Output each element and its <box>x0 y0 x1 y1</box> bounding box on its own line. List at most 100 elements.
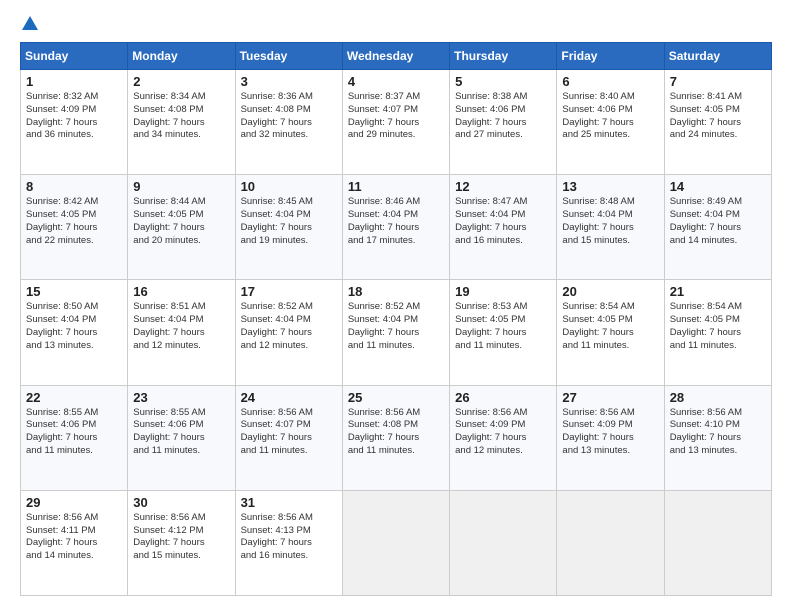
day-info: Sunrise: 8:56 AM Sunset: 4:13 PM Dayligh… <box>241 512 337 563</box>
day-number: 23 <box>133 390 229 405</box>
calendar-cell: 9 Sunrise: 8:44 AM Sunset: 4:05 PM Daylig… <box>128 175 235 280</box>
day-number: 17 <box>241 284 337 299</box>
day-info: Sunrise: 8:56 AM Sunset: 4:08 PM Dayligh… <box>348 407 444 458</box>
day-number: 19 <box>455 284 551 299</box>
calendar-cell <box>450 490 557 595</box>
calendar-cell: 2 Sunrise: 8:34 AM Sunset: 4:08 PM Daylig… <box>128 70 235 175</box>
day-number: 22 <box>26 390 122 405</box>
calendar-cell: 3Sunrise: 8:36 AM Sunset: 4:08 PM Daylig… <box>235 70 342 175</box>
day-number: 11 <box>348 179 444 194</box>
day-number: 10 <box>241 179 337 194</box>
day-header-wednesday: Wednesday <box>342 43 449 70</box>
day-info: Sunrise: 8:48 AM Sunset: 4:04 PM Dayligh… <box>562 196 658 247</box>
day-info: Sunrise: 8:50 AM Sunset: 4:04 PM Dayligh… <box>26 301 122 352</box>
week-row-3: 15 Sunrise: 8:50 AM Sunset: 4:04 PM Dayli… <box>21 280 772 385</box>
day-header-tuesday: Tuesday <box>235 43 342 70</box>
day-number: 6 <box>562 74 658 89</box>
day-info: Sunrise: 8:44 AM Sunset: 4:05 PM Dayligh… <box>133 196 229 247</box>
day-number: 13 <box>562 179 658 194</box>
day-number: 2 <box>133 74 229 89</box>
day-info: Sunrise: 8:34 AM Sunset: 4:08 PM Dayligh… <box>133 91 229 142</box>
day-header-thursday: Thursday <box>450 43 557 70</box>
calendar-cell: 8 Sunrise: 8:42 AM Sunset: 4:05 PM Daylig… <box>21 175 128 280</box>
day-number: 16 <box>133 284 229 299</box>
day-info: Sunrise: 8:56 AM Sunset: 4:12 PM Dayligh… <box>133 512 229 563</box>
page: SundayMondayTuesdayWednesdayThursdayFrid… <box>0 0 792 612</box>
day-number: 9 <box>133 179 229 194</box>
day-info: Sunrise: 8:42 AM Sunset: 4:05 PM Dayligh… <box>26 196 122 247</box>
day-number: 18 <box>348 284 444 299</box>
day-info: Sunrise: 8:37 AM Sunset: 4:07 PM Dayligh… <box>348 91 444 142</box>
day-number: 29 <box>26 495 122 510</box>
day-info: Sunrise: 8:56 AM Sunset: 4:11 PM Dayligh… <box>26 512 122 563</box>
calendar-cell: 31 Sunrise: 8:56 AM Sunset: 4:13 PM Dayli… <box>235 490 342 595</box>
day-header-sunday: Sunday <box>21 43 128 70</box>
day-number: 7 <box>670 74 766 89</box>
day-number: 25 <box>348 390 444 405</box>
day-number: 8 <box>26 179 122 194</box>
day-number: 4 <box>348 74 444 89</box>
day-info: Sunrise: 8:49 AM Sunset: 4:04 PM Dayligh… <box>670 196 766 247</box>
week-row-4: 22 Sunrise: 8:55 AM Sunset: 4:06 PM Dayli… <box>21 385 772 490</box>
calendar: SundayMondayTuesdayWednesdayThursdayFrid… <box>20 42 772 596</box>
calendar-cell: 13 Sunrise: 8:48 AM Sunset: 4:04 PM Dayli… <box>557 175 664 280</box>
day-info: Sunrise: 8:51 AM Sunset: 4:04 PM Dayligh… <box>133 301 229 352</box>
day-info: Sunrise: 8:46 AM Sunset: 4:04 PM Dayligh… <box>348 196 444 247</box>
day-number: 30 <box>133 495 229 510</box>
day-info: Sunrise: 8:56 AM Sunset: 4:09 PM Dayligh… <box>562 407 658 458</box>
day-number: 3 <box>241 74 337 89</box>
calendar-cell: 24Sunrise: 8:56 AM Sunset: 4:07 PM Dayli… <box>235 385 342 490</box>
calendar-cell: 21 Sunrise: 8:54 AM Sunset: 4:05 PM Dayli… <box>664 280 771 385</box>
day-number: 15 <box>26 284 122 299</box>
day-number: 20 <box>562 284 658 299</box>
day-info: Sunrise: 8:56 AM Sunset: 4:09 PM Dayligh… <box>455 407 551 458</box>
calendar-cell: 10 Sunrise: 8:45 AM Sunset: 4:04 PM Dayli… <box>235 175 342 280</box>
calendar-cell: 12 Sunrise: 8:47 AM Sunset: 4:04 PM Dayli… <box>450 175 557 280</box>
logo <box>20 16 38 32</box>
calendar-cell <box>664 490 771 595</box>
day-info: Sunrise: 8:54 AM Sunset: 4:05 PM Dayligh… <box>670 301 766 352</box>
day-number: 28 <box>670 390 766 405</box>
day-info: Sunrise: 8:45 AM Sunset: 4:04 PM Dayligh… <box>241 196 337 247</box>
day-info: Sunrise: 8:54 AM Sunset: 4:05 PM Dayligh… <box>562 301 658 352</box>
calendar-cell: 16 Sunrise: 8:51 AM Sunset: 4:04 PM Dayli… <box>128 280 235 385</box>
day-info: Sunrise: 8:52 AM Sunset: 4:04 PM Dayligh… <box>241 301 337 352</box>
calendar-cell: 15 Sunrise: 8:50 AM Sunset: 4:04 PM Dayli… <box>21 280 128 385</box>
calendar-cell: 22 Sunrise: 8:55 AM Sunset: 4:06 PM Dayli… <box>21 385 128 490</box>
day-number: 21 <box>670 284 766 299</box>
calendar-cell: 1Sunrise: 8:32 AM Sunset: 4:09 PM Daylig… <box>21 70 128 175</box>
day-info: Sunrise: 8:52 AM Sunset: 4:04 PM Dayligh… <box>348 301 444 352</box>
day-header-saturday: Saturday <box>664 43 771 70</box>
calendar-cell: 19 Sunrise: 8:53 AM Sunset: 4:05 PM Dayli… <box>450 280 557 385</box>
day-info: Sunrise: 8:55 AM Sunset: 4:06 PM Dayligh… <box>133 407 229 458</box>
day-header-monday: Monday <box>128 43 235 70</box>
calendar-cell: 14 Sunrise: 8:49 AM Sunset: 4:04 PM Dayli… <box>664 175 771 280</box>
day-number: 26 <box>455 390 551 405</box>
calendar-cell: 26 Sunrise: 8:56 AM Sunset: 4:09 PM Dayli… <box>450 385 557 490</box>
day-info: Sunrise: 8:53 AM Sunset: 4:05 PM Dayligh… <box>455 301 551 352</box>
calendar-cell: 27Sunrise: 8:56 AM Sunset: 4:09 PM Dayli… <box>557 385 664 490</box>
calendar-cell: 4 Sunrise: 8:37 AM Sunset: 4:07 PM Daylig… <box>342 70 449 175</box>
day-info: Sunrise: 8:38 AM Sunset: 4:06 PM Dayligh… <box>455 91 551 142</box>
day-info: Sunrise: 8:55 AM Sunset: 4:06 PM Dayligh… <box>26 407 122 458</box>
week-row-1: 1Sunrise: 8:32 AM Sunset: 4:09 PM Daylig… <box>21 70 772 175</box>
day-number: 1 <box>26 74 122 89</box>
header <box>20 16 772 32</box>
week-row-2: 8 Sunrise: 8:42 AM Sunset: 4:05 PM Daylig… <box>21 175 772 280</box>
calendar-cell: 7Sunrise: 8:41 AM Sunset: 4:05 PM Daylig… <box>664 70 771 175</box>
calendar-cell <box>557 490 664 595</box>
day-info: Sunrise: 8:40 AM Sunset: 4:06 PM Dayligh… <box>562 91 658 142</box>
day-number: 14 <box>670 179 766 194</box>
day-number: 12 <box>455 179 551 194</box>
calendar-cell: 29 Sunrise: 8:56 AM Sunset: 4:11 PM Dayli… <box>21 490 128 595</box>
header-row: SundayMondayTuesdayWednesdayThursdayFrid… <box>21 43 772 70</box>
day-number: 5 <box>455 74 551 89</box>
day-info: Sunrise: 8:47 AM Sunset: 4:04 PM Dayligh… <box>455 196 551 247</box>
calendar-cell: 25 Sunrise: 8:56 AM Sunset: 4:08 PM Dayli… <box>342 385 449 490</box>
calendar-cell: 5 Sunrise: 8:38 AM Sunset: 4:06 PM Daylig… <box>450 70 557 175</box>
day-number: 31 <box>241 495 337 510</box>
calendar-cell: 20 Sunrise: 8:54 AM Sunset: 4:05 PM Dayli… <box>557 280 664 385</box>
day-info: Sunrise: 8:56 AM Sunset: 4:07 PM Dayligh… <box>241 407 337 458</box>
day-header-friday: Friday <box>557 43 664 70</box>
day-info: Sunrise: 8:56 AM Sunset: 4:10 PM Dayligh… <box>670 407 766 458</box>
